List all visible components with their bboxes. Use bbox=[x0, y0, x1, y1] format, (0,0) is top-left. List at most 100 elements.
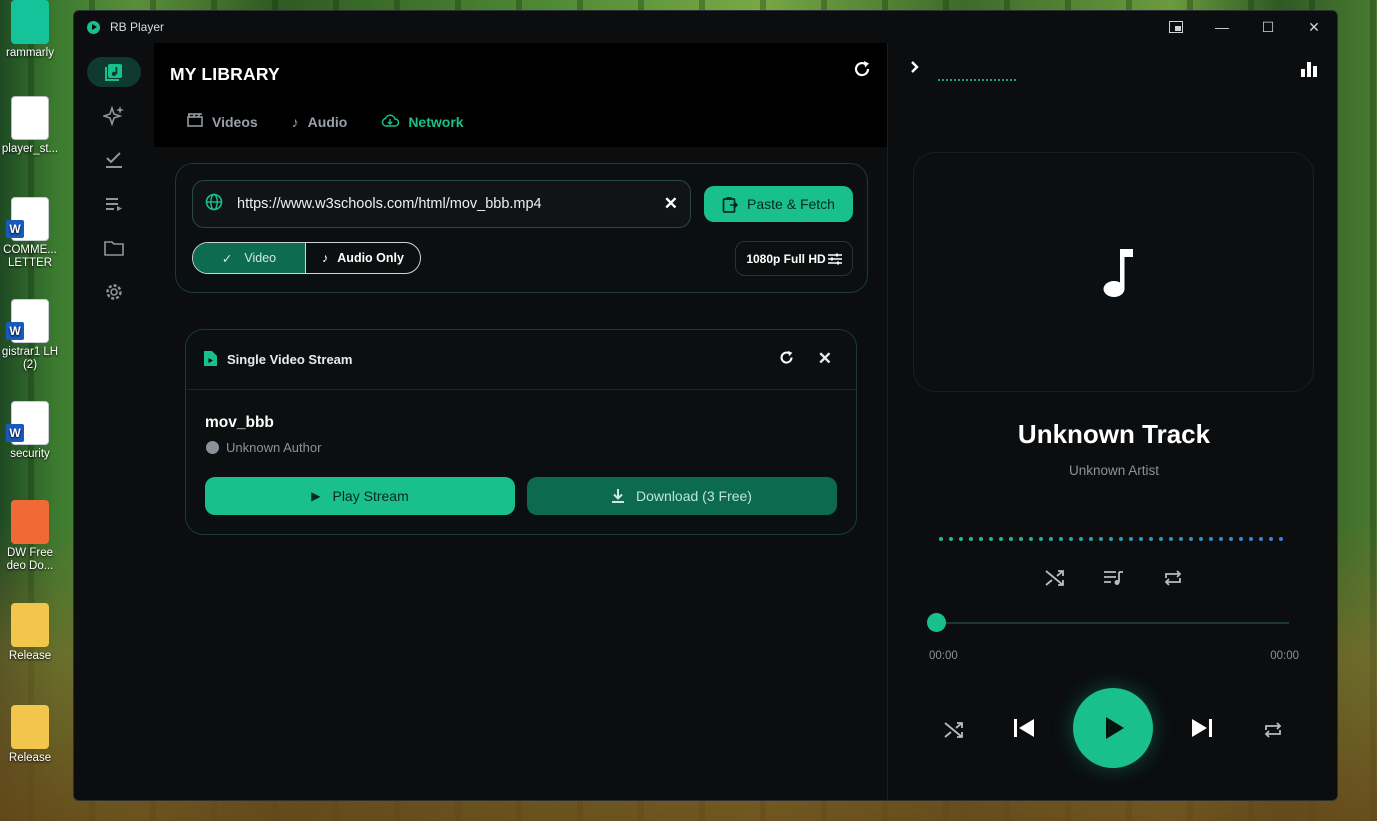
checklist-icon bbox=[106, 152, 122, 168]
mode-video-option[interactable]: ✓ Video bbox=[193, 243, 306, 273]
waveform-dot bbox=[1009, 537, 1013, 541]
queue-toggle[interactable] bbox=[1103, 569, 1125, 593]
desktop-icon-comme-letter[interactable]: COMME... LETTER bbox=[0, 197, 60, 270]
repeat-button[interactable] bbox=[1263, 719, 1283, 745]
waveform-dot bbox=[1179, 537, 1183, 541]
desktop-icon-label: gistrar1 LH (2) bbox=[1, 346, 59, 371]
video-title: mov_bbb bbox=[205, 414, 274, 431]
nav-settings[interactable] bbox=[87, 277, 141, 307]
waveform-dot bbox=[1269, 537, 1273, 541]
library-header: MY LIBRARY Videos ♪ Audio Network bbox=[154, 43, 887, 147]
waveform-visualizer bbox=[939, 537, 1283, 541]
collapse-panel-button[interactable] bbox=[910, 60, 920, 79]
skip-next-icon bbox=[1192, 719, 1212, 737]
waveform-dot bbox=[1049, 537, 1053, 541]
repeat-toggle[interactable] bbox=[1163, 569, 1183, 593]
stream-card-title: Single Video Stream bbox=[227, 352, 353, 367]
grammarly-icon bbox=[11, 0, 49, 44]
desktop-icon-registrar[interactable]: gistrar1 LH (2) bbox=[0, 299, 60, 372]
clear-url-button[interactable]: ✕ bbox=[664, 194, 678, 214]
reload-stream-button[interactable] bbox=[779, 350, 794, 370]
play-stream-button[interactable]: ▶ Play Stream bbox=[205, 477, 515, 515]
previous-button[interactable] bbox=[1013, 718, 1035, 744]
document-icon bbox=[11, 96, 49, 140]
minimize-button[interactable]: — bbox=[1199, 11, 1245, 43]
paste-fetch-button[interactable]: Paste & Fetch bbox=[704, 186, 853, 222]
waveform-dot bbox=[1259, 537, 1263, 541]
waveform-dot bbox=[1209, 537, 1213, 541]
download-icon bbox=[612, 489, 625, 503]
download-button[interactable]: Download (3 Free) bbox=[527, 477, 837, 515]
tab-label: Videos bbox=[212, 113, 258, 130]
nav-ai[interactable] bbox=[87, 101, 141, 131]
folder-icon bbox=[104, 241, 124, 256]
stream-card: Single Video Stream ✕ mov_bbb Unknown Au… bbox=[185, 329, 857, 535]
queue-music-icon bbox=[1104, 571, 1123, 585]
equalizer-button[interactable] bbox=[1301, 62, 1317, 77]
tab-audio[interactable]: ♪ Audio bbox=[292, 113, 348, 130]
zip-folder-icon bbox=[11, 705, 49, 749]
waveform-dot bbox=[979, 537, 983, 541]
nav-tasks[interactable] bbox=[87, 145, 141, 175]
tab-network[interactable]: Network bbox=[381, 113, 464, 130]
video-author-text: Unknown Author bbox=[226, 440, 322, 455]
next-button[interactable] bbox=[1191, 718, 1213, 744]
waveform-dot bbox=[1059, 537, 1063, 541]
library-icon bbox=[105, 64, 122, 81]
play-pause-button[interactable] bbox=[1073, 688, 1153, 768]
nav-queue[interactable] bbox=[87, 189, 141, 219]
desktop-icon-label: COMME... LETTER bbox=[3, 244, 57, 269]
tab-label: Audio bbox=[307, 113, 348, 130]
url-input[interactable]: https://www.w3schools.com/html/mov_bbb.m… bbox=[192, 180, 691, 228]
download-app-icon bbox=[11, 500, 49, 544]
desktop-icon-grammarly[interactable]: rammarly bbox=[0, 0, 60, 60]
desktop-icon-label: Release bbox=[8, 650, 52, 662]
queue-icon bbox=[106, 198, 122, 211]
repeat-icon bbox=[1164, 570, 1182, 586]
seek-bar[interactable] bbox=[933, 622, 1289, 624]
waveform-dot bbox=[1149, 537, 1153, 541]
waveform-dot bbox=[989, 537, 993, 541]
shuffle-toggle[interactable] bbox=[1045, 569, 1065, 593]
desktop-icon-4k-download[interactable]: DW Free deo Do... bbox=[0, 500, 60, 573]
shuffle-icon bbox=[1045, 570, 1064, 586]
music-note-icon: ♪ bbox=[291, 113, 299, 130]
pip-button[interactable] bbox=[1153, 11, 1199, 43]
mode-toggle: ✓ Video ♪ Audio Only bbox=[192, 242, 421, 274]
waveform-dot bbox=[1189, 537, 1193, 541]
clapper-icon bbox=[187, 113, 203, 130]
maximize-button[interactable]: ☐ bbox=[1245, 11, 1291, 43]
nav-library[interactable] bbox=[87, 57, 141, 87]
app-logo-icon bbox=[87, 20, 100, 34]
mode-video-label: Video bbox=[244, 251, 277, 265]
tab-videos[interactable]: Videos bbox=[187, 113, 258, 130]
nav-folder[interactable] bbox=[87, 233, 141, 263]
waveform-dot bbox=[1129, 537, 1133, 541]
desktop-icon-release-1[interactable]: Release bbox=[0, 603, 60, 663]
waveform-dot bbox=[1279, 537, 1283, 541]
library-tabs: Videos ♪ Audio Network bbox=[187, 113, 498, 130]
seek-handle[interactable] bbox=[927, 613, 946, 632]
waveform-dot bbox=[939, 537, 943, 541]
waveform-dot bbox=[1069, 537, 1073, 541]
mode-audio-option[interactable]: ♪ Audio Only bbox=[306, 243, 420, 273]
download-label: Download (3 Free) bbox=[636, 488, 752, 504]
refresh-button[interactable] bbox=[853, 60, 871, 84]
waveform-dot bbox=[1219, 537, 1223, 541]
desktop-icon-security[interactable]: security bbox=[0, 401, 60, 461]
waveform-dot bbox=[999, 537, 1003, 541]
close-button[interactable]: ✕ bbox=[1291, 11, 1337, 43]
quality-selector[interactable]: 1080p Full HD bbox=[735, 241, 853, 276]
waveform-dot bbox=[1199, 537, 1203, 541]
title-bar[interactable]: RB Player — ☐ ✕ bbox=[74, 11, 1337, 43]
user-icon bbox=[206, 441, 219, 454]
track-artist: Unknown Artist bbox=[1068, 463, 1160, 478]
track-title: Unknown Track bbox=[1017, 419, 1211, 449]
desktop-icon-release-2[interactable]: Release bbox=[0, 705, 60, 765]
time-total: 00:00 bbox=[1270, 650, 1299, 662]
close-stream-button[interactable]: ✕ bbox=[818, 349, 832, 369]
desktop-icon-player-st[interactable]: player_st... bbox=[0, 96, 60, 156]
album-art bbox=[913, 152, 1314, 392]
refresh-icon bbox=[780, 350, 793, 364]
shuffle-button[interactable] bbox=[944, 719, 964, 745]
